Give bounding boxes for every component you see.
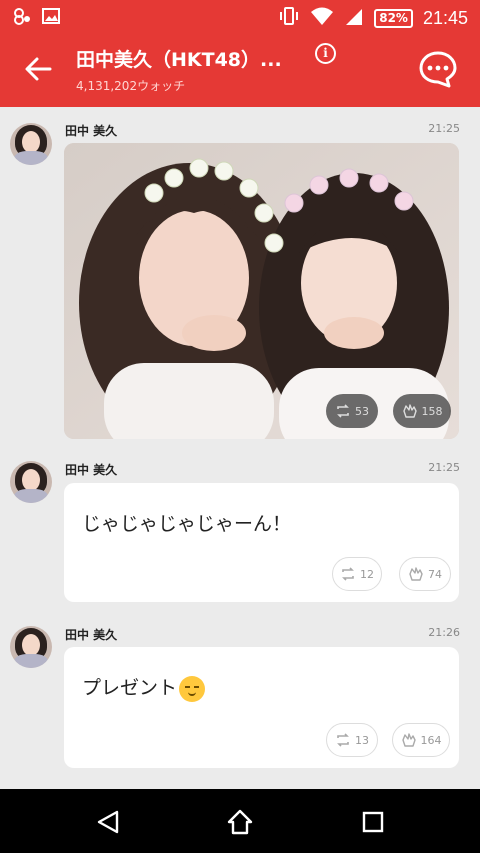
message-card[interactable]: じゃじゃじゃじゃーん！ 12 74 (64, 483, 459, 602)
clap-count: 158 (421, 404, 443, 418)
author-name: 田中 美久 (65, 463, 118, 477)
status-time: 21:45 (422, 8, 468, 28)
retweet-icon (337, 733, 349, 747)
retweet-count: 13 (355, 733, 369, 747)
vibrate-icon (278, 5, 300, 32)
retweet-button[interactable]: 12 (332, 557, 382, 591)
back-arrow-icon[interactable] (22, 51, 54, 87)
photo-illustration (64, 143, 459, 439)
post-photo-image[interactable]: 53 158 (64, 143, 459, 439)
clap-button[interactable]: 74 (399, 557, 451, 591)
post-time: 21:25 (428, 122, 460, 135)
clap-button[interactable]: 158 (393, 394, 451, 428)
author-name: 田中 美久 (65, 628, 118, 642)
author-name: 田中 美久 (65, 124, 118, 138)
clap-button[interactable]: 164 (392, 723, 450, 757)
home-icon[interactable] (226, 808, 254, 836)
app-bar: 田中美久（HKT48）... 4,131,202ウォッチ i (0, 33, 480, 107)
message-card[interactable]: プレゼント 13 164 (64, 647, 459, 768)
avatar[interactable] (10, 626, 52, 668)
post-time: 21:25 (428, 461, 460, 474)
message-text: じゃじゃじゃじゃーん！ (82, 513, 292, 535)
watch-count: 4,131,202ウォッチ (76, 79, 186, 93)
avatar[interactable] (10, 123, 52, 165)
post-time: 21:26 (428, 626, 460, 639)
clap-hand-icon (402, 404, 417, 418)
navigation-bar (0, 789, 480, 853)
retweet-count: 12 (360, 567, 374, 581)
message-line: プレゼント (82, 673, 206, 702)
message-text: プレゼント (82, 677, 178, 699)
avatar[interactable] (10, 461, 52, 503)
retweet-icon (342, 567, 354, 581)
back-triangle-icon[interactable] (95, 809, 121, 835)
retweet-button[interactable]: 13 (326, 723, 378, 757)
page-title: 田中美久（HKT48）... (76, 49, 282, 71)
retweet-icon (337, 404, 349, 418)
retweet-count: 53 (355, 404, 369, 418)
clap-hand-icon (409, 567, 423, 581)
wifi-icon (310, 6, 334, 31)
message-feed[interactable]: 田中 美久 21:25 53 158 田中 美久 21:25 じゃじゃじゃじゃー… (0, 107, 480, 789)
clap-hand-icon (401, 733, 416, 747)
image-icon (42, 7, 60, 29)
recent-apps-icon[interactable] (362, 811, 384, 833)
battery-icon: 82% (374, 9, 413, 28)
status-bar: 82% 21:45 (0, 0, 480, 33)
clap-count: 164 (420, 733, 442, 747)
chat-bubble-icon[interactable] (418, 49, 458, 89)
notification-icon (12, 6, 32, 30)
signal-icon (344, 6, 364, 31)
info-icon[interactable]: i (315, 43, 336, 64)
clap-count: 74 (428, 567, 442, 581)
smiling-face-emoji-icon (179, 675, 206, 702)
retweet-button[interactable]: 53 (326, 394, 378, 428)
